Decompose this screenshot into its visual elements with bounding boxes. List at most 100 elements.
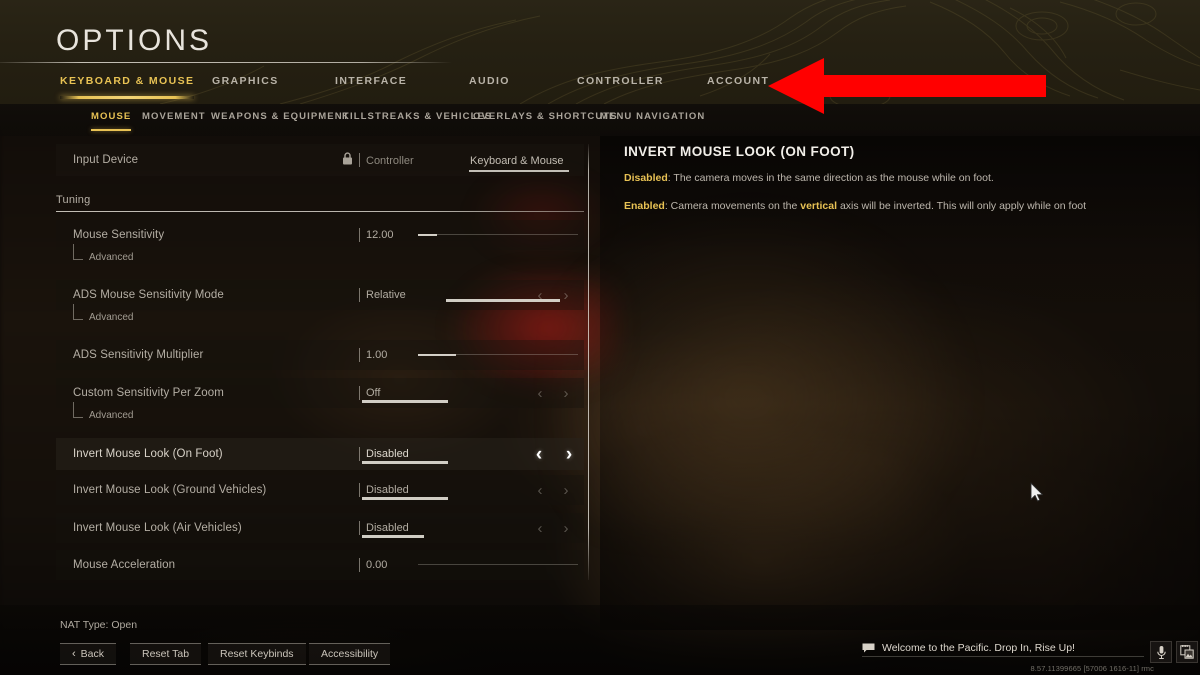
description-disabled-line: Disabled: The camera moves in the same d… [624, 171, 1144, 187]
setting-row-mouse-sensitivity[interactable]: Mouse Sensitivity 12.00 [56, 220, 584, 250]
setting-advanced-mouse-sensitivity[interactable]: Advanced [56, 244, 584, 274]
slider-track [418, 564, 578, 565]
tab-keyboard-and-mouse[interactable]: KEYBOARD & MOUSE [60, 72, 195, 100]
setting-value: Disabled [366, 448, 409, 460]
settings-list[interactable]: Input Device Controller Keyboard & Mouse… [56, 144, 584, 580]
description-panel: INVERT MOUSE LOOK (ON FOOT) Disabled: Th… [624, 144, 1144, 227]
subtab-overlays-and-shortcuts[interactable]: OVERLAYS & SHORTCUTS [473, 111, 618, 131]
nat-type-status: NAT Type: Open [60, 619, 138, 631]
tab-account[interactable]: ACCOUNT [707, 72, 769, 100]
chevron-right-icon[interactable]: › [560, 444, 578, 464]
setting-row-custom-sensitivity-per-zoom[interactable]: Custom Sensitivity Per Zoom Off ‹ › [56, 378, 584, 408]
setting-label: Custom Sensitivity Per Zoom [73, 387, 224, 399]
tab-label: KEYBOARD & MOUSE [60, 75, 195, 87]
value-separator [359, 521, 360, 535]
chevron-left-icon[interactable]: ‹ [531, 383, 549, 403]
setting-stepper[interactable]: ‹ › [531, 383, 575, 403]
setting-row-input-device[interactable]: Input Device Controller Keyboard & Mouse [56, 144, 584, 176]
chevron-left-icon[interactable]: ‹ [531, 480, 549, 500]
setting-label: ADS Sensitivity Multiplier [73, 349, 204, 361]
active-tab-underline [60, 96, 195, 99]
setting-label: ADS Mouse Sensitivity Mode [73, 289, 224, 301]
reset-tab-button[interactable]: Reset Tab [130, 643, 202, 665]
setting-row-invert-mouse-look-ground-vehicles[interactable]: Invert Mouse Look (Ground Vehicles) Disa… [56, 475, 584, 505]
page-title: OPTIONS [56, 24, 213, 57]
input-option-controller[interactable]: Controller [366, 155, 414, 167]
setting-advanced-ads-mouse-sensitivity-mode[interactable]: Advanced [56, 304, 584, 334]
chevron-right-icon[interactable]: › [557, 480, 575, 500]
subtab-movement[interactable]: MOVEMENT [142, 111, 206, 131]
title-divider [0, 62, 452, 63]
active-subtab-underline [91, 129, 132, 131]
tab-controller[interactable]: CONTROLLER [577, 72, 664, 100]
setting-label: Invert Mouse Look (Ground Vehicles) [73, 484, 267, 496]
chevron-left-icon[interactable]: ‹ [530, 444, 548, 464]
setting-slider[interactable] [418, 354, 578, 356]
setting-stepper[interactable]: ‹ › [530, 444, 578, 464]
red-left-arrow-annotation [768, 58, 1046, 114]
accessibility-button[interactable]: Accessibility [309, 643, 391, 665]
reset-keybinds-button[interactable]: Reset Keybinds [208, 643, 306, 665]
setting-value: Disabled [366, 484, 409, 496]
setting-row-invert-mouse-look-air-vehicles[interactable]: Invert Mouse Look (Air Vehicles) Disable… [56, 513, 584, 543]
advanced-label: Advanced [89, 410, 134, 421]
setting-label: Input Device [73, 154, 139, 166]
slider-fill [362, 534, 424, 538]
tab-graphics[interactable]: GRAPHICS [212, 72, 279, 100]
setting-row-mouse-acceleration[interactable]: Mouse Acceleration 0.00 [56, 550, 584, 580]
setting-row-ads-mouse-sensitivity-mode[interactable]: ADS Mouse Sensitivity Mode Relative ‹ › [56, 280, 584, 310]
setting-stepper[interactable]: ‹ › [531, 518, 575, 538]
chat-bubble-icon [862, 643, 875, 652]
tab-audio[interactable]: AUDIO [469, 72, 510, 100]
setting-value: Relative [366, 289, 406, 301]
input-option-keyboard-and-mouse[interactable]: Keyboard & Mouse [470, 155, 564, 167]
value-separator [359, 228, 360, 242]
setting-slider[interactable] [418, 564, 578, 566]
setting-row-invert-mouse-look-on-foot[interactable]: Invert Mouse Look (On Foot) Disabled ‹ › [56, 438, 584, 470]
setting-value: 1.00 [366, 349, 388, 361]
value-separator [359, 386, 360, 400]
setting-value: 0.00 [366, 559, 388, 571]
subtab-weapons-and-equipment[interactable]: WEAPONS & EQUIPMENT [211, 111, 350, 131]
setting-stepper[interactable]: ‹ › [531, 480, 575, 500]
description-disabled-text: : The camera moves in the same direction… [667, 172, 994, 184]
mouse-cursor [1030, 482, 1044, 502]
setting-stepper[interactable]: ‹ › [531, 285, 575, 305]
description-emphasis: vertical [800, 199, 838, 212]
setting-value: 12.00 [366, 229, 394, 241]
description-title: INVERT MOUSE LOOK (ON FOOT) [624, 144, 855, 159]
section-divider [56, 211, 584, 212]
chevron-right-icon[interactable]: › [557, 383, 575, 403]
lock-icon [343, 152, 352, 165]
subtab-menu-navigation[interactable]: MENU NAVIGATION [600, 111, 705, 131]
microphone-button[interactable] [1150, 641, 1172, 663]
description-disabled-key: Disabled [624, 172, 668, 184]
setting-progress-bar [362, 496, 448, 500]
subtab-mouse[interactable]: MOUSE [91, 111, 132, 131]
chevron-left-icon[interactable]: ‹ [531, 285, 549, 305]
back-button[interactable]: ‹ Back [60, 643, 117, 665]
description-enabled-text-1: : Camera movements on the [664, 199, 801, 212]
subtab-killstreaks-and-vehicles[interactable]: KILLSTREAKS & VEHICLES [342, 111, 492, 131]
setting-label: Mouse Acceleration [73, 559, 176, 571]
setting-progress-bar [362, 534, 448, 538]
screenshot-gallery-icon [1180, 645, 1194, 659]
tab-interface[interactable]: INTERFACE [335, 72, 407, 100]
chevron-left-icon[interactable]: ‹ [531, 518, 549, 538]
chat-status-bar[interactable]: Welcome to the Pacific. Drop In, Rise Up… [862, 639, 1144, 657]
back-chevron-icon: ‹ [72, 648, 76, 660]
setting-row-ads-sensitivity-multiplier[interactable]: ADS Sensitivity Multiplier 1.00 [56, 340, 584, 370]
value-separator [359, 483, 360, 497]
slider-fill [362, 460, 448, 464]
chevron-right-icon[interactable]: › [557, 285, 575, 305]
advanced-label: Advanced [89, 252, 134, 263]
setting-slider[interactable] [418, 234, 578, 236]
gallery-button[interactable] [1176, 641, 1198, 663]
chevron-right-icon[interactable]: › [557, 518, 575, 538]
value-separator [359, 558, 360, 572]
setting-progress-bar [362, 399, 448, 403]
setting-advanced-custom-sensitivity-per-zoom[interactable]: Advanced [56, 402, 584, 432]
slider-track [418, 234, 578, 235]
value-separator [359, 288, 360, 302]
tree-bracket-icon [73, 304, 83, 320]
